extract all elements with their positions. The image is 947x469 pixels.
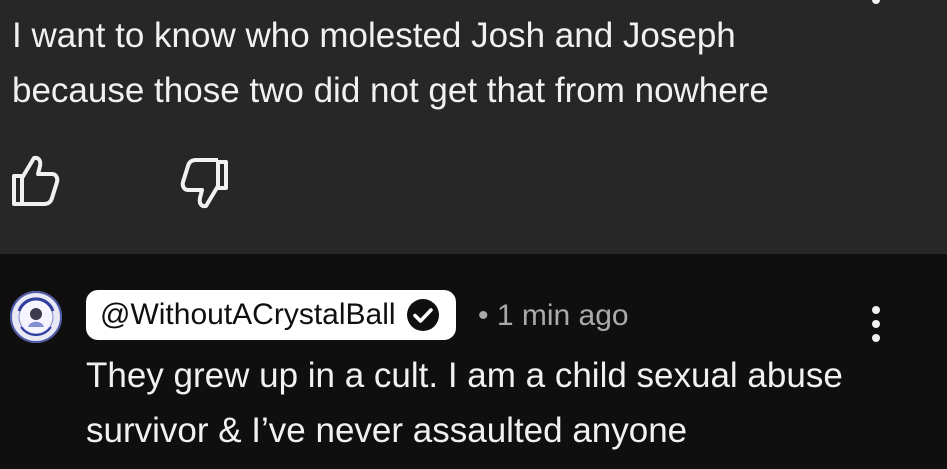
top-comment: I want to know who molested Josh and Jos… [0, 0, 947, 254]
comment-text: I want to know who molested Josh and Jos… [12, 16, 769, 110]
author-chip[interactable]: @WithoutACrystalBall [86, 290, 456, 340]
dislike-button[interactable] [176, 156, 232, 212]
avatar-image [10, 291, 62, 343]
separator-dot: • [478, 299, 489, 332]
author-name: @WithoutACrystalBall [100, 298, 396, 331]
verified-check-icon [406, 299, 439, 331]
channel-avatar[interactable] [10, 291, 62, 343]
reply-menu-button[interactable] [864, 306, 888, 346]
timestamp-text: 1 min ago [496, 299, 629, 332]
comment-timestamp: • 1 min ago [478, 294, 629, 338]
reply-text: They grew up in a cult. I am a child sex… [86, 356, 843, 450]
thumbs-up-icon [12, 155, 60, 206]
comment-menu-button[interactable] [864, 0, 888, 10]
reply-comment: @WithoutACrystalBall • 1 min ago They gr… [0, 254, 947, 469]
thumbs-down-icon [180, 158, 228, 209]
like-button[interactable] [8, 152, 60, 208]
